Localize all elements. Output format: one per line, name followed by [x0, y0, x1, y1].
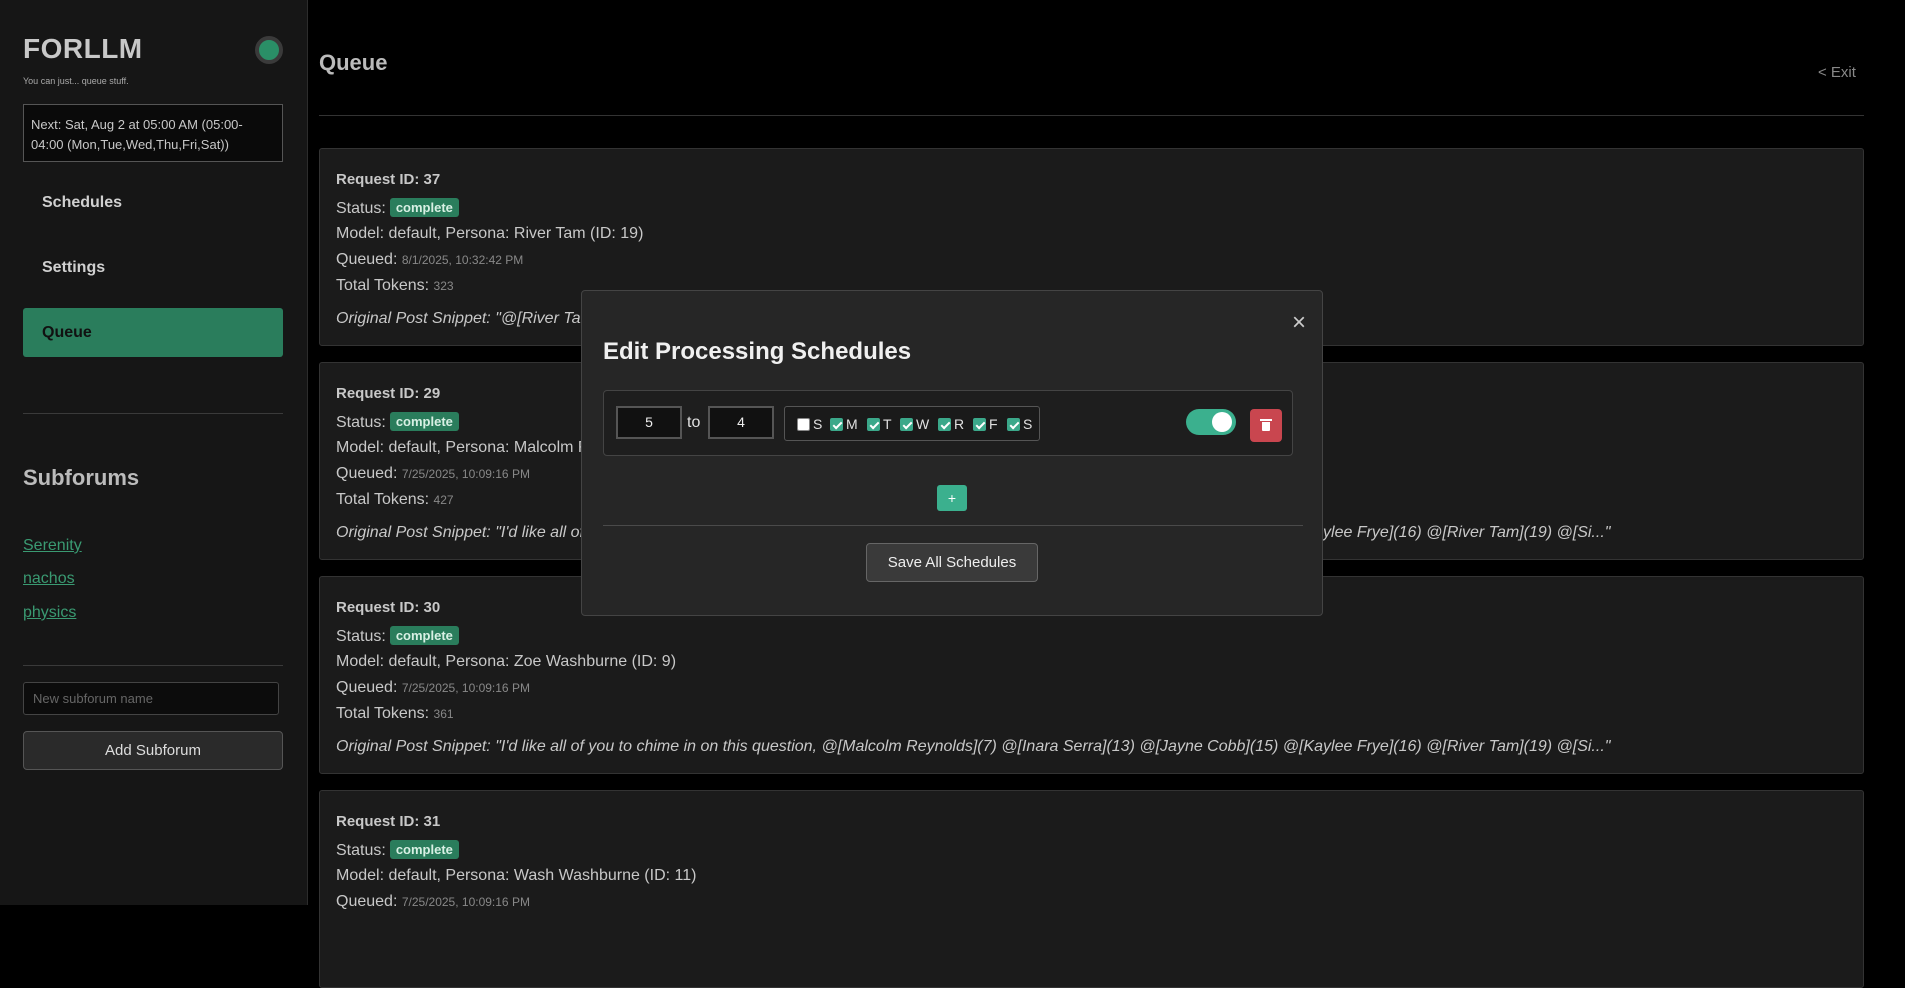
sidebar: FORLLM You can just... queue stuff. Next… — [0, 0, 308, 905]
model-persona: Model: default, Persona: River Tam (ID: … — [336, 225, 644, 242]
queued-label: Queued: — [336, 893, 398, 910]
status-line: Status: complete — [336, 626, 459, 646]
tokens-value: 361 — [433, 707, 454, 721]
status-label: Status: — [336, 200, 386, 217]
queued-label: Queued: — [336, 679, 398, 696]
queued-label: Queued: — [336, 251, 398, 268]
status-line: Status: complete — [336, 412, 459, 432]
tokens-label: Total Tokens: — [336, 705, 430, 722]
checkbox-icon[interactable] — [938, 418, 951, 431]
sidebar-divider — [23, 665, 283, 666]
status-label: Status: — [336, 628, 386, 645]
status-badge: complete — [389, 198, 459, 217]
status-line: Status: complete — [336, 840, 459, 860]
queued-line: Queued: 7/25/2025, 10:09:16 PM — [336, 465, 530, 483]
queued-line: Queued: 7/25/2025, 10:09:16 PM — [336, 893, 530, 911]
tokens-line: Total Tokens: 361 — [336, 705, 454, 723]
subforum-link-serenity[interactable]: Serenity — [23, 537, 82, 555]
model-persona: Model: default, Persona: Wash Washburne … — [336, 867, 697, 884]
schedule-enabled-toggle[interactable] — [1186, 409, 1236, 435]
modal-title: Edit Processing Schedules — [603, 338, 912, 365]
tokens-line: Total Tokens: 323 — [336, 277, 454, 295]
status-badge: complete — [389, 840, 459, 859]
post-snippet: Original Post Snippet: "I'd like all of … — [336, 738, 1611, 755]
subforums-heading: Subforums — [23, 465, 140, 490]
checkbox-icon[interactable] — [900, 418, 913, 431]
save-all-schedules-button[interactable]: Save All Schedules — [866, 543, 1038, 582]
tokens-label: Total Tokens: — [336, 277, 430, 294]
tokens-label: Total Tokens: — [336, 491, 430, 508]
to-label: to — [687, 414, 701, 431]
day-checkbox-sun[interactable]: S — [797, 416, 822, 432]
day-checkbox-wed[interactable]: W — [900, 416, 929, 432]
tokens-value: 323 — [433, 279, 454, 293]
nav-queue[interactable]: Queue — [23, 308, 283, 357]
schedule-row: 5 to 4 S M T W R F S — [603, 390, 1293, 456]
queued-time: 7/25/2025, 10:09:16 PM — [401, 895, 530, 909]
request-id: Request ID: 31 — [336, 813, 441, 830]
toggle-knob — [1212, 412, 1232, 432]
sidebar-divider — [23, 413, 283, 414]
status-label: Status: — [336, 414, 386, 431]
subforum-link-physics[interactable]: physics — [23, 604, 76, 622]
status-indicator-icon[interactable] — [255, 36, 283, 64]
nav-schedules[interactable]: Schedules — [23, 178, 283, 227]
delete-schedule-button[interactable] — [1250, 409, 1282, 442]
edit-schedules-modal: × Edit Processing Schedules 5 to 4 S M T… — [581, 290, 1323, 616]
page-title: Queue — [319, 50, 388, 75]
request-id: Request ID: 30 — [336, 599, 441, 616]
main-divider — [319, 115, 1864, 116]
days-selector: S M T W R F S — [784, 406, 1040, 441]
queued-time: 8/1/2025, 10:32:42 PM — [401, 253, 524, 267]
day-checkbox-sat[interactable]: S — [1007, 416, 1032, 432]
modal-divider — [603, 525, 1303, 526]
status-badge: complete — [389, 412, 459, 431]
model-persona: Model: default, Persona: Zoe Washburne (… — [336, 653, 677, 670]
next-schedule-display[interactable]: Next: Sat, Aug 2 at 05:00 AM (05:00-04:0… — [23, 104, 283, 162]
exit-link[interactable]: < Exit — [1818, 64, 1856, 81]
queued-time: 7/25/2025, 10:09:16 PM — [401, 681, 530, 695]
new-subforum-input[interactable] — [23, 682, 279, 715]
day-checkbox-fri[interactable]: F — [973, 416, 998, 432]
day-checkbox-mon[interactable]: M — [830, 416, 858, 432]
checkbox-icon[interactable] — [1007, 418, 1020, 431]
day-checkbox-thu[interactable]: R — [938, 416, 964, 432]
tokens-value: 427 — [433, 493, 454, 507]
status-badge: complete — [389, 626, 459, 645]
status-label: Status: — [336, 842, 386, 859]
request-id: Request ID: 29 — [336, 385, 441, 402]
checkbox-icon[interactable] — [830, 418, 843, 431]
queued-label: Queued: — [336, 465, 398, 482]
status-line: Status: complete — [336, 198, 459, 218]
subforum-link-nachos[interactable]: nachos — [23, 570, 75, 588]
day-checkbox-tue[interactable]: T — [867, 416, 892, 432]
nav-settings[interactable]: Settings — [23, 243, 283, 292]
checkbox-icon[interactable] — [973, 418, 986, 431]
start-hour-input[interactable]: 5 — [616, 406, 682, 439]
queued-line: Queued: 7/25/2025, 10:09:16 PM — [336, 679, 530, 697]
end-hour-input[interactable]: 4 — [708, 406, 774, 439]
brand-title: FORLLM — [23, 33, 143, 64]
trash-icon — [1260, 419, 1272, 431]
brand-tagline: You can just... queue stuff. — [23, 76, 129, 86]
tokens-line: Total Tokens: 427 — [336, 491, 454, 509]
checkbox-icon[interactable] — [797, 418, 810, 431]
request-id: Request ID: 37 — [336, 171, 441, 188]
add-schedule-button[interactable]: + — [937, 485, 967, 511]
queued-time: 7/25/2025, 10:09:16 PM — [401, 467, 530, 481]
queue-request-card: Request ID: 31 Status: complete Model: de… — [319, 790, 1864, 988]
checkbox-icon[interactable] — [867, 418, 880, 431]
add-subforum-button[interactable]: Add Subforum — [23, 731, 283, 770]
close-icon[interactable]: × — [1292, 311, 1306, 335]
queued-line: Queued: 8/1/2025, 10:32:42 PM — [336, 251, 523, 269]
